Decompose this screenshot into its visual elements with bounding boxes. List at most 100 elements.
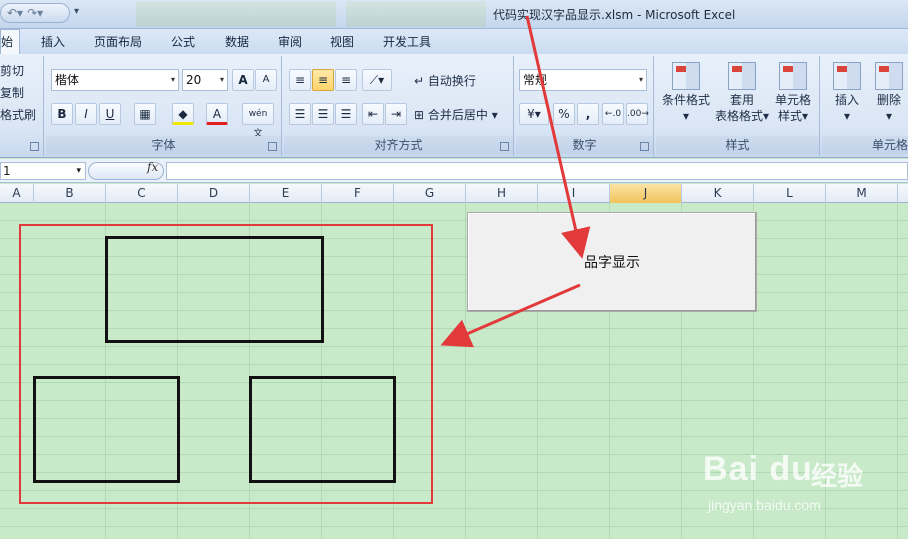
comma-button[interactable]: , [577, 103, 599, 125]
percent-button[interactable]: % [553, 103, 575, 125]
taskbar-thumbnail [136, 1, 336, 27]
column-header-f[interactable]: F [322, 184, 394, 203]
customize-qat-icon[interactable]: ▾ [74, 6, 79, 17]
number-launcher-icon[interactable] [640, 142, 649, 151]
title-bar: ↶▾ ↷▾ ▾ 代码实现汉字品显示.xlsm - Microsoft Excel [0, 0, 908, 29]
column-header-d[interactable]: D [178, 184, 250, 203]
column-header-j[interactable]: J [610, 184, 682, 203]
ribbon-tabs: 始 插入 页面布局 公式 数据 审阅 视图 开发工具 [0, 29, 908, 55]
format-as-table-button[interactable]: 套用 表格格式▾ [714, 62, 770, 124]
align-left-icon[interactable]: ☰ [289, 103, 311, 125]
format-as-table-label-2: 表格格式 [714, 109, 763, 123]
insert-cells-icon [833, 62, 861, 90]
styles-group: 条件格式 ▾ 套用 表格格式▾ 单元格 样式▾ 样式 [656, 56, 820, 156]
tab-developer[interactable]: 开发工具 [383, 33, 431, 50]
cells-group: 插入 ▾ 删除 ▾ 单元格 [822, 56, 908, 156]
name-box[interactable]: 1 ▾ [0, 162, 86, 180]
shrink-font-button[interactable]: A [255, 69, 277, 91]
pin-zi-display-button[interactable]: 品字显示 [467, 212, 757, 312]
increase-decimal-icon[interactable]: ←.0 [602, 103, 624, 125]
clipboard-group: 剪切 复制 格式刷 [0, 56, 44, 156]
font-size-select[interactable]: 20 ▾ [182, 69, 228, 91]
decrease-decimal-icon[interactable]: .00→ [626, 103, 649, 125]
alignment-launcher-icon[interactable] [500, 142, 509, 151]
column-header-e[interactable]: E [250, 184, 322, 203]
wrap-text-button[interactable]: ↵ 自动换行 [414, 72, 476, 89]
formula-input[interactable] [166, 162, 908, 180]
bold-button[interactable]: B [51, 103, 73, 125]
font-launcher-icon[interactable] [268, 142, 277, 151]
cut-button[interactable]: 剪切 [0, 62, 24, 79]
column-header-l[interactable]: L [754, 184, 826, 203]
insert-function-button[interactable]: fx [147, 160, 158, 174]
font-group-label: 字体 [46, 136, 281, 154]
tab-home[interactable]: 始 [0, 29, 21, 55]
alignment-group-label: 对齐方式 [284, 136, 513, 154]
alignment-group: ≡ ≡ ≡ ⟋▾ ↵ 自动换行 ☰ ☰ ☰ ⇤ ⇥ ⊞ 合并后居中 ▾ 对齐方式 [284, 56, 514, 156]
phonetic-button[interactable]: wén 文 [242, 103, 274, 139]
rectangle-shape-top[interactable] [105, 236, 324, 343]
cell-styles-label: 单元格 [774, 93, 811, 107]
undo-icon[interactable]: ↶▾ [7, 6, 23, 20]
grow-font-button[interactable]: A [232, 69, 254, 91]
delete-cells-icon [875, 62, 903, 90]
quick-access-toolbar[interactable]: ↶▾ ↷▾ [0, 3, 70, 23]
column-header-h[interactable]: H [466, 184, 538, 203]
column-headers: A B C D E F G H I J K L M [0, 184, 908, 203]
column-header-k[interactable]: K [682, 184, 754, 203]
rectangle-shape-right[interactable] [249, 376, 396, 483]
column-header-c[interactable]: C [106, 184, 178, 203]
currency-icon[interactable]: ¥▾ [519, 103, 549, 125]
column-header-b[interactable]: B [34, 184, 106, 203]
chevron-down-icon: ▾ [638, 75, 643, 84]
chevron-down-icon: ▾ [487, 108, 498, 122]
wrap-text-icon: ↵ [414, 74, 428, 88]
delete-cells-button[interactable]: 删除 ▾ [868, 62, 908, 124]
rectangle-shape-left[interactable] [33, 376, 180, 483]
tab-review[interactable]: 审阅 [278, 33, 302, 50]
redo-icon[interactable]: ↷▾ [27, 6, 43, 20]
decrease-indent-icon[interactable]: ⇤ [362, 103, 384, 125]
column-header-a[interactable]: A [0, 184, 34, 203]
baidu-watermark: Bai du 经验 jingyan.baidu.com [703, 440, 893, 520]
insert-cells-button[interactable]: 插入 ▾ [826, 62, 868, 124]
delete-cells-label: 删除 [876, 93, 901, 107]
font-group: 楷体 ▾ 20 ▾ A A B I U ▦ ◆ A wén 文 字体 [46, 56, 282, 156]
align-middle-icon[interactable]: ≡ [312, 69, 334, 91]
font-color-button[interactable]: A [206, 103, 228, 125]
format-painter-button[interactable]: 格式刷 [0, 106, 36, 123]
underline-button[interactable]: U [99, 103, 121, 125]
tab-data[interactable]: 数据 [225, 33, 249, 50]
align-top-icon[interactable]: ≡ [289, 69, 311, 91]
column-header-i[interactable]: I [538, 184, 610, 203]
tab-view[interactable]: 视图 [330, 33, 354, 50]
italic-button[interactable]: I [75, 103, 97, 125]
font-name-value: 楷体 [55, 73, 80, 87]
chevron-down-icon: ▾ [219, 75, 224, 84]
increase-indent-icon[interactable]: ⇥ [385, 103, 407, 125]
number-group: 常规 ▾ ¥▾ % , ←.0 .00→ 数字 [516, 56, 654, 156]
chevron-down-icon: ▾ [801, 109, 809, 123]
copy-button[interactable]: 复制 [0, 84, 24, 101]
cell-styles-button[interactable]: 单元格 样式▾ [768, 62, 818, 124]
window-title: 代码实现汉字品显示.xlsm - Microsoft Excel [493, 8, 736, 22]
name-box-value: 1 [3, 164, 11, 178]
align-bottom-icon[interactable]: ≡ [335, 69, 357, 91]
clipboard-launcher-icon[interactable] [30, 142, 39, 151]
wrap-text-label: 自动换行 [427, 74, 476, 88]
merge-center-button[interactable]: ⊞ 合并后居中 ▾ [414, 106, 498, 123]
conditional-format-button[interactable]: 条件格式 ▾ [658, 62, 714, 124]
orientation-icon[interactable]: ⟋▾ [362, 69, 392, 91]
align-center-icon[interactable]: ☰ [312, 103, 334, 125]
number-format-select[interactable]: 常规 ▾ [519, 69, 647, 91]
borders-icon[interactable]: ▦ [134, 103, 156, 125]
tab-insert[interactable]: 插入 [41, 33, 65, 50]
column-header-g[interactable]: G [394, 184, 466, 203]
font-name-select[interactable]: 楷体 ▾ [51, 69, 179, 91]
font-size-value: 20 [186, 73, 202, 87]
column-header-m[interactable]: M [826, 184, 898, 203]
tab-page-layout[interactable]: 页面布局 [94, 33, 142, 50]
fill-color-icon[interactable]: ◆ [172, 103, 194, 125]
tab-formulas[interactable]: 公式 [171, 33, 195, 50]
align-right-icon[interactable]: ☰ [335, 103, 357, 125]
